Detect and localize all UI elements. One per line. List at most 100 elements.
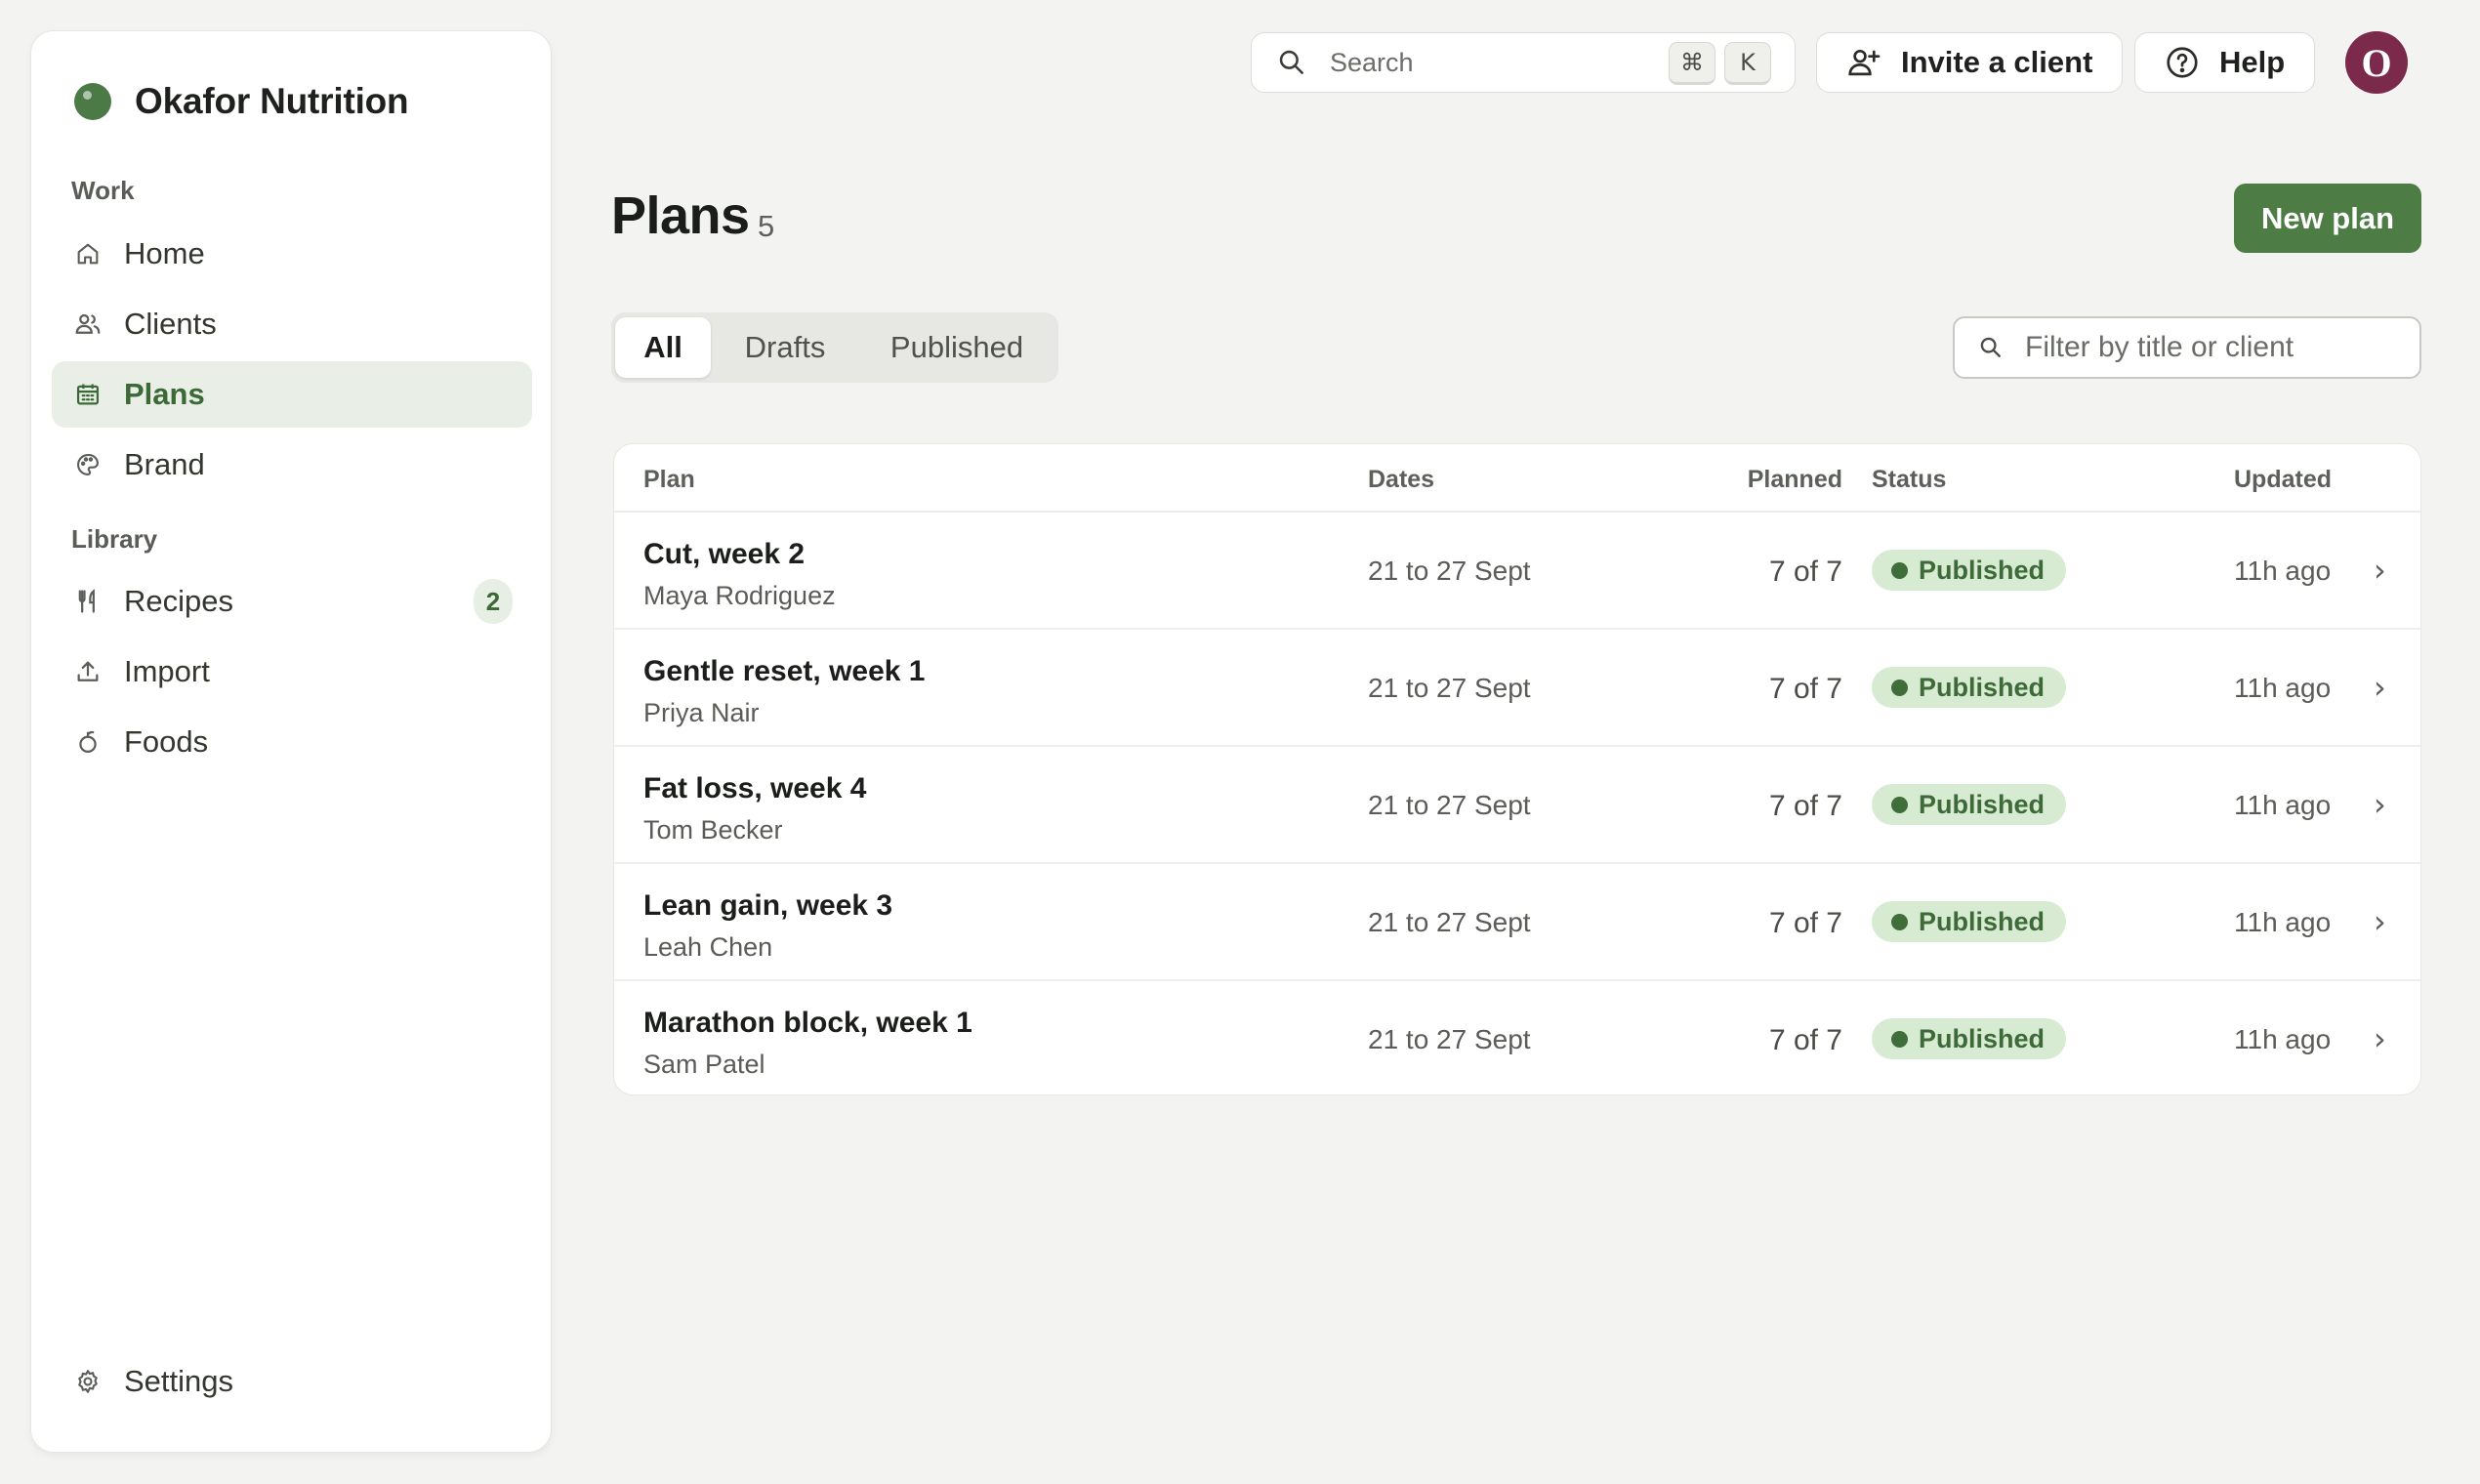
utensils-icon: [73, 587, 103, 616]
sidebar-section-work: Work: [71, 176, 135, 205]
page-title: Plans: [611, 186, 750, 245]
plan-client: Leah Chen: [643, 932, 773, 962]
users-icon: [73, 309, 103, 339]
help-icon: [2163, 43, 2202, 82]
avatar[interactable]: O: [2345, 31, 2408, 94]
status-label: Published: [1919, 906, 2046, 936]
invite-client-label: Invite a client: [1901, 45, 2093, 79]
plan-dates: 21 to 27 Sept: [1368, 1024, 1531, 1054]
plan-planned: 7 of 7: [1768, 1024, 1842, 1056]
invite-client-button[interactable]: Invite a client: [1816, 32, 2124, 93]
chevron-right-icon: ›: [2374, 552, 2386, 589]
help-label: Help: [2219, 45, 2286, 79]
table-row[interactable]: Gentle reset, week 1 Priya Nair 21 to 27 S…: [614, 630, 2420, 747]
chevron-right-icon: ›: [2374, 903, 2386, 940]
search-icon: [1275, 46, 1308, 79]
sidebar-item-label: Clients: [124, 307, 217, 341]
brand-logo-icon: [74, 83, 111, 120]
tab-published[interactable]: Published: [859, 317, 1054, 378]
sidebar-item-import[interactable]: Import: [52, 639, 532, 705]
plan-filter[interactable]: [1953, 316, 2421, 379]
column-header-plan[interactable]: Plan: [643, 466, 695, 494]
search-icon: [1976, 333, 2005, 362]
column-header-status[interactable]: Status: [1872, 466, 1946, 494]
status-label: Published: [1919, 1023, 2046, 1053]
tab-all[interactable]: All: [615, 317, 711, 378]
sidebar-item-brand[interactable]: Brand: [52, 432, 532, 498]
plan-dates: 21 to 27 Sept: [1368, 673, 1531, 703]
plan-dates: 21 to 27 Sept: [1368, 907, 1531, 937]
column-header-updated[interactable]: Updated: [2234, 466, 2332, 494]
plan-title: Gentle reset, week 1: [643, 655, 926, 687]
plan-planned: 7 of 7: [1768, 556, 1842, 588]
sidebar-item-plans[interactable]: Plans: [52, 361, 532, 428]
sidebar-item-clients[interactable]: Clients: [52, 291, 532, 357]
sidebar-item-home[interactable]: Home: [52, 221, 532, 287]
plan-count: 5: [758, 209, 775, 243]
status-label: Published: [1919, 789, 2046, 819]
sidebar-item-settings[interactable]: Settings: [52, 1348, 532, 1415]
tab-drafts[interactable]: Drafts: [717, 317, 853, 378]
table-row[interactable]: Lean gain, week 3 Leah Chen 21 to 27 Sept 7…: [614, 864, 2420, 981]
sidebar-item-label: Foods: [124, 724, 209, 759]
column-header-planned[interactable]: Planned: [1748, 466, 1842, 494]
sidebar-item-label: Brand: [124, 447, 205, 481]
help-button[interactable]: Help: [2134, 32, 2316, 93]
global-search[interactable]: ⌘ K: [1251, 32, 1796, 93]
plan-client: Priya Nair: [643, 698, 760, 727]
table-row[interactable]: Marathon block, week 1 Sam Patel 21 to 27 …: [614, 981, 2420, 1094]
brand-name: Okafor Nutrition: [135, 81, 409, 121]
status-badge: Published: [1872, 784, 2067, 825]
sidebar-item-label: Plans: [124, 377, 205, 411]
sidebar-item-label: Import: [124, 654, 210, 688]
add-user-icon: [1844, 43, 1883, 82]
plan-updated: 11h ago: [2234, 1024, 2332, 1054]
search-input[interactable]: [1330, 47, 1652, 78]
status-badge: Published: [1872, 667, 2067, 708]
plan-client: Maya Rodriguez: [643, 581, 836, 610]
status-dot-icon: [1891, 797, 1908, 813]
plan-title: Cut, week 2: [643, 538, 806, 570]
calendar-icon: [73, 380, 103, 409]
plan-planned: 7 of 7: [1768, 673, 1842, 705]
chevron-right-icon: ›: [2374, 1020, 2386, 1057]
status-badge: Published: [1872, 1018, 2067, 1059]
plan-planned: 7 of 7: [1768, 790, 1842, 822]
filter-input[interactable]: [2025, 331, 2416, 364]
plan-updated: 11h ago: [2234, 790, 2332, 820]
brand[interactable]: Okafor Nutrition: [74, 72, 409, 131]
table-row[interactable]: Fat loss, week 4 Tom Becker 21 to 27 Sept 7…: [614, 747, 2420, 864]
sidebar-item-label: Settings: [124, 1364, 234, 1398]
home-icon: [73, 239, 103, 268]
status-dot-icon: [1891, 1031, 1908, 1048]
plans-table: Plan Dates Planned Status Updated Cut, w…: [613, 443, 2421, 1095]
plan-client: Sam Patel: [643, 1050, 765, 1079]
chevron-right-icon: ›: [2374, 669, 2386, 706]
new-plan-button[interactable]: New plan: [2234, 184, 2421, 253]
table-row[interactable]: Cut, week 2 Maya Rodriguez 21 to 27 Sept 7 …: [614, 513, 2420, 630]
plan-dates: 21 to 27 Sept: [1368, 790, 1531, 820]
plan-updated: 11h ago: [2234, 907, 2332, 937]
palette-icon: [73, 450, 103, 479]
gear-icon: [73, 1367, 103, 1396]
upload-icon: [73, 657, 103, 686]
apple-icon: [73, 727, 103, 757]
sidebar-item-label: Home: [124, 236, 205, 270]
sidebar-item-label: Recipes: [124, 584, 233, 618]
status-dot-icon: [1891, 562, 1908, 579]
sidebar-item-recipes[interactable]: Recipes 2: [52, 568, 532, 635]
status-label: Published: [1919, 672, 2046, 702]
shortcut-key-cmd: ⌘: [1669, 42, 1715, 85]
status-tabs: All Drafts Published: [611, 312, 1058, 383]
table-header: Plan Dates Planned Status Updated: [614, 444, 2420, 513]
sidebar-section-library: Library: [71, 524, 158, 554]
sidebar: Okafor Nutrition Work Home Clients Plans: [30, 30, 552, 1453]
shortcut-key-k: K: [1724, 42, 1771, 85]
column-header-dates[interactable]: Dates: [1368, 466, 1434, 494]
plan-title: Lean gain, week 3: [643, 889, 893, 922]
sidebar-item-foods[interactable]: Foods: [52, 709, 532, 775]
status-label: Published: [1919, 555, 2046, 585]
plan-title: Fat loss, week 4: [643, 772, 867, 804]
plan-client: Tom Becker: [643, 815, 783, 845]
plan-planned: 7 of 7: [1768, 907, 1842, 939]
